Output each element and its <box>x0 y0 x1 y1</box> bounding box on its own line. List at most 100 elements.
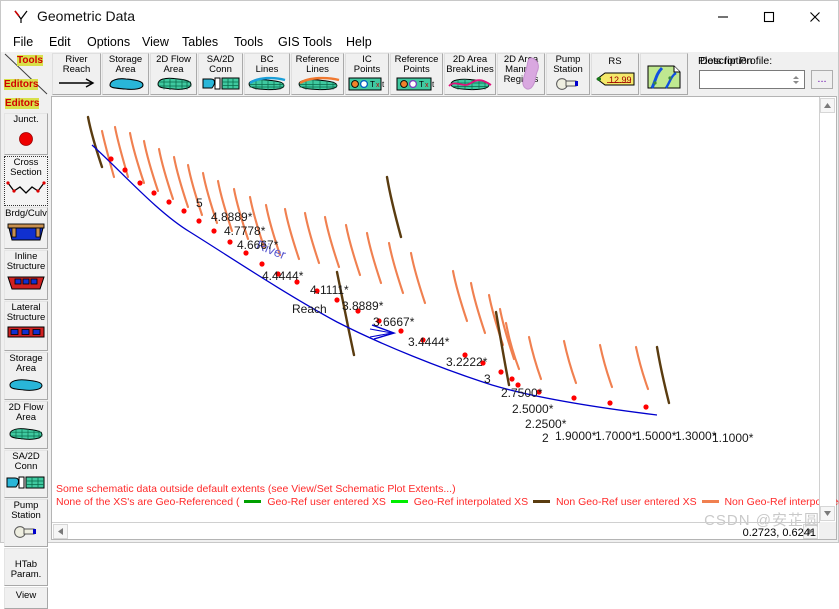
window-title: Geometric Data <box>37 8 136 24</box>
toolbar-gis-map[interactable] <box>640 53 688 95</box>
svg-text:T: T <box>370 80 375 89</box>
description-input[interactable] <box>699 70 805 89</box>
toolbar-sa2d-conn[interactable]: SA/2D Conn <box>198 53 243 95</box>
sidebar-item-junct[interactable]: Junct. <box>4 113 48 155</box>
sidebar-item-cross-section[interactable]: Cross Section <box>4 156 48 206</box>
station-label-3-8889: 3.8889* <box>342 299 384 313</box>
toolbar-ic-points[interactable]: IC Points T x t <box>345 53 389 95</box>
toolbar-2d-flow-area-label2: Area <box>163 64 184 75</box>
scroll-left-button[interactable] <box>53 524 68 539</box>
schematic-plot-area[interactable]: River Reach 5 4.8889* 4.7778* 4.6667* 4.… <box>52 97 819 507</box>
menu-gis-tools[interactable]: GIS Tools <box>274 34 336 50</box>
toolbar-reference-points[interactable]: Reference Points T x t <box>390 53 443 95</box>
rs-tag-icon: 12.99 <box>596 72 635 86</box>
station-label-1-3000: 1.3000* <box>675 429 717 443</box>
toolbar-pump-station[interactable]: Pump Station <box>546 53 590 95</box>
menu-edit[interactable]: Edit <box>45 34 75 50</box>
plot-georef-legend: None of the XS's are Geo-Referenced ( Ge… <box>56 496 839 508</box>
toolbar-pump-label2: Station <box>553 64 583 75</box>
close-button[interactable] <box>792 1 838 32</box>
sidebar-lateral-label2: Structure <box>6 312 46 323</box>
toolbar-river-reach[interactable]: River Reach <box>52 53 101 95</box>
menu-help[interactable]: Help <box>342 34 376 50</box>
legend-label-georef-interp: Geo-Ref interpolated XS <box>413 496 529 508</box>
sidebar-item-sa2d-conn[interactable]: SA/2D Conn <box>4 450 48 498</box>
toolbar-tab-editors[interactable]: Editors <box>4 79 39 90</box>
sidebar-item-storage-area[interactable]: Storage Area <box>4 352 48 400</box>
legend-swatch-georef-interp <box>390 499 408 503</box>
sidebar-item-inline-structure[interactable]: Inline Structure <box>4 250 48 300</box>
sidebar-item-2d-flow-area[interactable]: 2D Flow Area <box>4 401 48 449</box>
sidebar-item-view[interactable]: View <box>4 587 48 609</box>
tools-editors-tab-group[interactable]: Tools Editors <box>3 52 49 96</box>
station-label-4-8889: 4.8889* <box>211 210 253 224</box>
plot-reach-label: Reach <box>292 302 327 316</box>
station-label-4-6667: 4.6667* <box>237 238 279 252</box>
bc-line-icon <box>248 76 286 91</box>
breakline-icon <box>448 78 492 91</box>
chevron-up-icon <box>824 103 831 108</box>
sidebar-item-htab-param[interactable]: HTab Param. <box>4 548 48 586</box>
ref-line-icon <box>298 76 339 91</box>
maximize-button[interactable] <box>746 1 792 32</box>
description-panel: Plots for Profile: Description : ... <box>696 53 836 95</box>
sidebar-tab-editors[interactable]: Editors <box>3 97 47 111</box>
storage-blob-icon <box>9 379 43 391</box>
toolbar-reference-points-label2: Points <box>403 64 430 75</box>
scroll-down-button[interactable] <box>820 506 835 521</box>
legend-label-nongeoref-user: Non Geo-Ref user entered XS <box>555 496 697 508</box>
storage-blob-icon <box>108 78 144 90</box>
bridge-icon <box>7 223 45 241</box>
pump-icon <box>556 78 578 90</box>
sidebar-junct-label: Junct. <box>13 114 39 125</box>
station-label-3: 3 <box>484 372 491 386</box>
menu-view[interactable]: View <box>138 34 173 50</box>
toolbar-sa2d-conn-label2: Conn <box>209 64 232 75</box>
toolbar-storage-area-label2: Area <box>115 64 136 75</box>
toolbar-2d-flow-area[interactable]: 2D Flow Area <box>150 53 197 95</box>
svg-text:T: T <box>419 80 424 89</box>
minimize-button[interactable] <box>700 1 746 32</box>
cross-section-icon <box>6 181 46 194</box>
toolbar-2d-area-mann-n-regions[interactable]: 2D Area Mann n Regions <box>497 53 545 95</box>
grid-blob-icon <box>9 428 43 440</box>
toolbar-2d-area-breaklines[interactable]: 2D Area BreakLines <box>444 53 496 95</box>
menu-file[interactable]: File <box>9 34 37 50</box>
sidebar-item-lateral-structure[interactable]: Lateral Structure <box>4 301 48 351</box>
legend-label-georef-user: Geo-Ref user entered XS <box>267 496 386 508</box>
river-schematic <box>86 115 671 416</box>
toolbar-reference-lines[interactable]: Reference Lines <box>291 53 344 95</box>
toolbar: Tools Editors River Reach Storage Area 2… <box>1 52 838 96</box>
toolbar-bc-lines-label2: Lines <box>255 64 279 75</box>
toolbar-ic-points-label2: Points <box>353 64 381 75</box>
chevron-left-icon <box>58 528 63 535</box>
sidebar-sa2d-label2: Conn <box>14 461 38 472</box>
station-label-3-6667: 3.6667* <box>373 315 415 329</box>
station-label-4-1111: 4.1111* <box>310 283 349 297</box>
toolbar-bc-lines[interactable]: BC Lines <box>244 53 290 95</box>
description-browse-button[interactable]: ... <box>811 70 833 89</box>
sidebar-item-pump-station[interactable]: Pump Station <box>4 499 48 547</box>
sidebar-pump-label2: Station <box>11 510 41 521</box>
legend-swatch-nongeoref-user <box>533 499 551 503</box>
sidebar-htab-label1: HTab <box>14 558 38 570</box>
station-label-2-5000: 2.5000* <box>512 402 554 416</box>
conn-icon <box>202 77 239 90</box>
toolbar-storage-area[interactable]: Storage Area <box>102 53 149 95</box>
sidebar-htab-label2: Param. <box>10 568 42 580</box>
sidebar-item-brdg-culv[interactable]: Brdg/Culv <box>4 207 48 249</box>
editors-sidebar: Editors Junct. Cross Section Brdg/Culv I… <box>2 96 50 609</box>
toolbar-tab-tools[interactable]: Tools <box>17 55 43 66</box>
menu-options[interactable]: Options <box>83 34 134 50</box>
toolbar-rs-label[interactable]: RS 12.99 <box>591 53 639 95</box>
spinner-icon[interactable] <box>789 72 803 87</box>
legend-swatch-nongeoref-interp <box>701 499 719 503</box>
vertical-scrollbar[interactable] <box>819 97 836 522</box>
menu-tables[interactable]: Tables <box>178 34 222 50</box>
toolbar-river-reach-label2: Reach <box>62 64 91 75</box>
sidebar-cross-section-label2: Section <box>10 167 42 178</box>
schematic-plot-panel: River Reach 5 4.8889* 4.7778* 4.6667* 4.… <box>51 96 839 540</box>
sidebar-tab-editors-label: Editors <box>5 98 40 109</box>
menu-tools[interactable]: Tools <box>230 34 267 50</box>
scroll-up-button[interactable] <box>820 98 835 113</box>
